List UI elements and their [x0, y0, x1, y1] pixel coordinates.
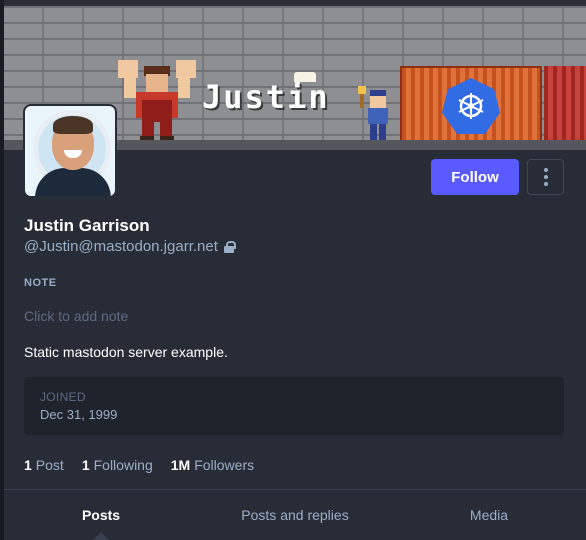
joined-field: JOINED Dec 31, 1999 [24, 377, 564, 435]
menu-dot [543, 168, 548, 172]
menu-dot [543, 182, 548, 186]
joined-label: JOINED [40, 390, 86, 404]
shipping-container-side [544, 66, 586, 144]
account-stats: 1 Post 1 Following 1M Followers [24, 457, 254, 473]
avatar-hair [53, 116, 93, 134]
account-handle: @Justin@mastodon.jgarr.net [24, 238, 236, 255]
header-title-text: Justin [202, 78, 330, 116]
tab-posts[interactable]: Posts [4, 490, 198, 540]
ralph-pixel-character [118, 60, 196, 141]
avatar[interactable] [23, 104, 117, 198]
lock-icon [223, 240, 236, 253]
posts-count: 1 [24, 457, 32, 473]
note-label: NOTE [24, 277, 57, 289]
tab-media[interactable]: Media [392, 490, 586, 540]
followers-label: Followers [194, 457, 255, 473]
felix-pixel-character [358, 86, 388, 144]
handle-text: @Justin@mastodon.jgarr.net [24, 238, 218, 255]
following-count-link[interactable]: 1 Following [82, 457, 153, 473]
account-card: Justin Follow Justin Garrison @Justin@ma… [4, 0, 586, 540]
joined-date: Dec 31, 1999 [40, 407, 118, 422]
following-count: 1 [81, 457, 90, 473]
followers-count-link[interactable]: 1M Followers [171, 457, 254, 473]
followers-count: 1M [170, 457, 191, 473]
kebab-menu-icon[interactable] [527, 159, 564, 195]
follow-button[interactable]: Follow [431, 159, 519, 195]
tab-posts-and-replies[interactable]: Posts and replies [198, 490, 392, 540]
account-tabs: Posts Posts and replies Media [4, 489, 586, 540]
display-name: Justin Garrison [24, 216, 150, 235]
following-label: Following [93, 457, 153, 473]
note-input[interactable] [24, 305, 564, 327]
posts-count-link[interactable]: 1 Post [24, 457, 64, 473]
header-top-strip [4, 0, 586, 6]
account-bio: Static mastodon server example. [24, 344, 228, 360]
chef-hat-icon [294, 72, 316, 82]
menu-dot [543, 175, 548, 179]
posts-label: Post [35, 457, 64, 473]
header-title: Justin [202, 72, 330, 116]
